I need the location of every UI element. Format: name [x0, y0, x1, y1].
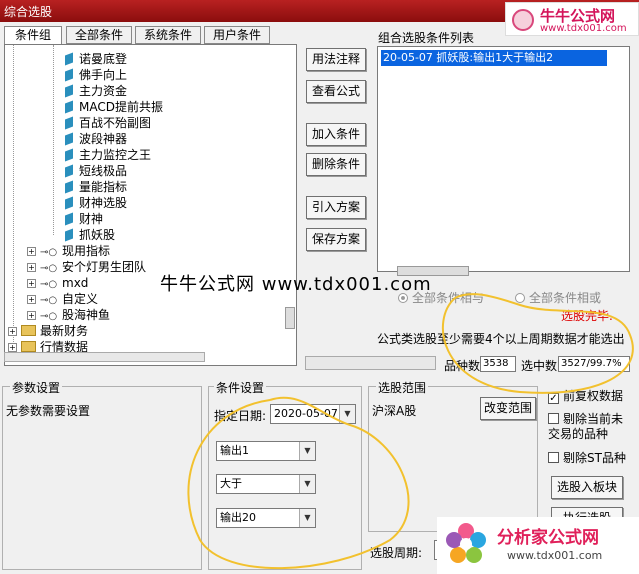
- save-plan-button[interactable]: 保存方案: [306, 228, 366, 251]
- formula-icon: [65, 100, 73, 114]
- cow-icon: [512, 9, 534, 31]
- checkbox-icon: [548, 452, 559, 463]
- chevron-down-icon[interactable]: ▼: [299, 509, 315, 527]
- formula-icon: [65, 180, 73, 194]
- checkmark-icon: ✓: [548, 393, 559, 404]
- count-label: 品种数: [444, 359, 481, 373]
- tree-leaf[interactable]: 波段神器: [65, 131, 127, 147]
- tree-group[interactable]: + ⊸○ 现用指标: [27, 243, 110, 259]
- conditions-title: 条件设置: [214, 379, 267, 396]
- tree-group[interactable]: + ⊸○ 自定义: [27, 291, 98, 307]
- tree-scrollbar-thumb[interactable]: [285, 307, 295, 329]
- condition-tree[interactable]: 诺曼底登 佛手向上 主力资金 MACD提前共振 百战不殆副图 波段神器 主力监控…: [4, 44, 297, 366]
- tab-all-conditions[interactable]: 全部条件: [66, 26, 132, 44]
- chevron-down-icon[interactable]: ▼: [299, 442, 315, 460]
- tree-leaf[interactable]: 主力资金: [65, 83, 127, 99]
- delete-condition-button[interactable]: 删除条件: [306, 153, 366, 176]
- add-condition-button[interactable]: 加入条件: [306, 123, 366, 146]
- tree-group[interactable]: + ⊸○ mxd: [27, 275, 88, 291]
- tree-guide-line: [13, 45, 14, 350]
- site-logo-top: 牛牛公式网 www.tdx001.com: [505, 2, 639, 36]
- period-label: 选股周期:: [370, 546, 423, 560]
- operator-select[interactable]: 大于 ▼: [216, 474, 316, 494]
- pre-adjust-checkbox[interactable]: ✓ 前复权数据: [548, 389, 623, 404]
- combo-list-label: 组合选股条件列表: [378, 31, 475, 45]
- expand-icon[interactable]: +: [27, 311, 36, 320]
- radio-all-or[interactable]: 全部条件相或: [515, 289, 601, 306]
- count-value: 3538: [480, 356, 516, 372]
- change-range-button[interactable]: 改变范围: [480, 397, 536, 420]
- tree-leaf[interactable]: MACD提前共振: [65, 99, 163, 115]
- radio-icon: [515, 293, 525, 303]
- tree-group[interactable]: + ⊸○ 安个灯男生团队: [27, 259, 146, 275]
- formula-icon: [65, 212, 73, 226]
- status-note: 公式类选股至少需要4个以上周期数据才能选出: [377, 332, 625, 346]
- status-done: 选股完毕.: [561, 309, 613, 323]
- expand-icon[interactable]: +: [8, 343, 17, 352]
- site-logo-url: www.tdx001.com: [540, 23, 627, 34]
- exclude-untraded-checkbox[interactable]: 剔除当前未交易的品种: [548, 412, 634, 442]
- range-value: 沪深A股: [372, 404, 417, 418]
- flower-icon: [446, 523, 486, 563]
- window-title: 综合选股: [4, 5, 53, 19]
- usage-note-button[interactable]: 用法注释: [306, 48, 366, 71]
- progress-bar: [305, 356, 436, 370]
- formula-icon: [65, 84, 73, 98]
- formula-icon: [65, 196, 73, 210]
- exclude-st-checkbox[interactable]: 剔除ST品种: [548, 451, 626, 466]
- tree-folder[interactable]: + 最新财务: [8, 323, 88, 339]
- select-into-board-button[interactable]: 选股入板块: [551, 476, 623, 499]
- left-operand-select[interactable]: 输出1 ▼: [216, 441, 316, 461]
- tree-horizontal-scrollbar[interactable]: [4, 352, 205, 362]
- site-logo-bottom: 分析家公式网 www.tdx001.com: [437, 517, 639, 574]
- chevron-down-icon[interactable]: ▼: [339, 405, 355, 423]
- expand-icon[interactable]: +: [27, 247, 36, 256]
- expand-icon[interactable]: +: [27, 279, 36, 288]
- formula-icon: [65, 116, 73, 130]
- tree-leaf[interactable]: 佛手向上: [65, 67, 127, 83]
- hit-value: 3527/99.7%: [558, 356, 630, 372]
- expand-icon[interactable]: +: [27, 295, 36, 304]
- tree-leaf[interactable]: 主力监控之王: [65, 147, 151, 163]
- import-plan-button[interactable]: 引入方案: [306, 196, 366, 219]
- tree-guide-line: [53, 45, 54, 235]
- watermark-text: 牛牛公式网 www.tdx001.com: [160, 274, 432, 295]
- tree-leaf[interactable]: 财神选股: [65, 195, 127, 211]
- range-title: 选股范围: [376, 379, 429, 396]
- tab-user-conditions[interactable]: 用户条件: [204, 26, 270, 44]
- tree-leaf[interactable]: 抓妖股: [65, 227, 115, 243]
- formula-icon: [65, 228, 73, 242]
- combo-condition-list[interactable]: 20-05-07 抓妖股:输出1大于输出2: [377, 46, 630, 272]
- formula-icon: [65, 132, 73, 146]
- tree-leaf[interactable]: 百战不殆副图: [65, 115, 151, 131]
- params-text: 无参数需要设置: [6, 404, 91, 418]
- site-logo-bottom-name: 分析家公式网: [497, 528, 599, 548]
- right-operand-select[interactable]: 输出20 ▼: [216, 508, 316, 528]
- tab-condition-group[interactable]: 条件组: [4, 26, 62, 46]
- tab-system-conditions[interactable]: 系统条件: [135, 26, 201, 44]
- tree-leaf[interactable]: 诺曼底登: [65, 51, 127, 67]
- tree-leaf[interactable]: 量能指标: [65, 179, 127, 195]
- site-logo-bottom-url: www.tdx001.com: [507, 549, 603, 562]
- expand-icon[interactable]: +: [8, 327, 17, 336]
- view-formula-button[interactable]: 查看公式: [306, 80, 366, 103]
- chevron-down-icon[interactable]: ▼: [299, 475, 315, 493]
- folder-icon: [21, 325, 36, 336]
- hit-label: 选中数: [521, 359, 558, 373]
- formula-icon: [65, 148, 73, 162]
- formula-icon: [65, 164, 73, 178]
- tree-group[interactable]: + ⊸○ 股海神鱼: [27, 307, 110, 323]
- formula-icon: [65, 52, 73, 66]
- combo-list-item[interactable]: 20-05-07 抓妖股:输出1大于输出2: [381, 50, 607, 66]
- date-label: 指定日期:: [214, 409, 267, 423]
- tree-leaf[interactable]: 财神: [65, 211, 103, 227]
- folder-icon: [21, 341, 36, 352]
- date-picker[interactable]: 2020-05-07 ▼: [270, 404, 356, 424]
- formula-icon: [65, 68, 73, 82]
- checkbox-icon: [548, 413, 559, 424]
- tree-leaf[interactable]: 短线极品: [65, 163, 127, 179]
- expand-icon[interactable]: +: [27, 263, 36, 272]
- params-title: 参数设置: [10, 379, 63, 396]
